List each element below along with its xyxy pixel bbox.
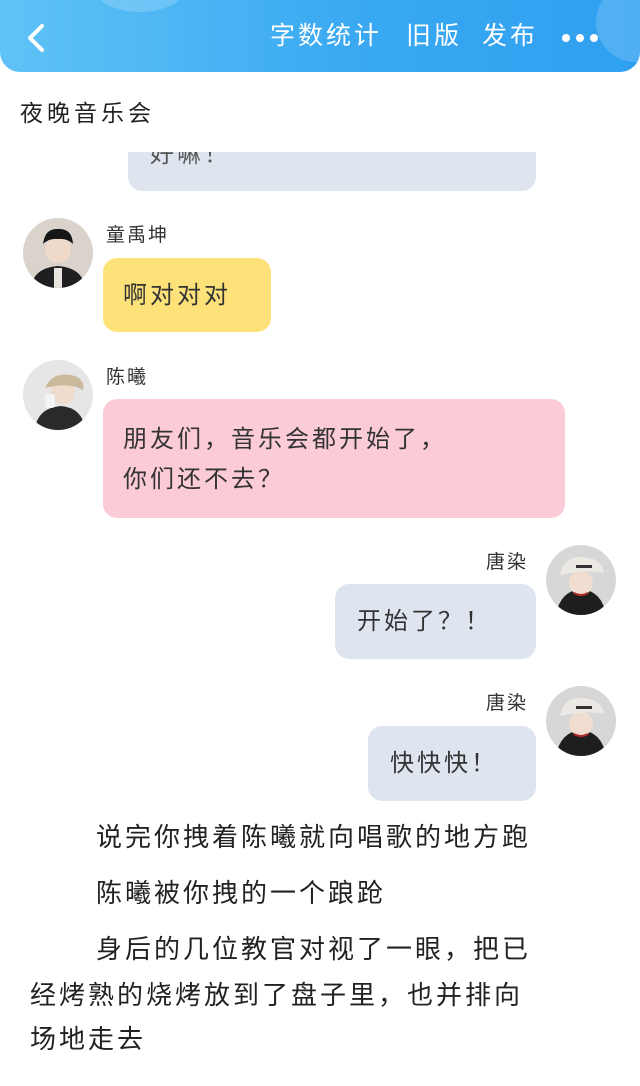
story-title: 夜晚音乐会 [20,101,155,127]
header-decoration [92,0,188,12]
message-text: 开始了？！ [357,607,492,635]
publish-button[interactable]: 发布 [482,20,538,52]
message-text: 啊对对对 [123,281,231,309]
old-version-button[interactable]: 旧版 [406,20,462,52]
narration-paragraph: 场地走去 [30,1025,147,1055]
avatar-girl-cap-icon [546,545,616,615]
message-text-line: 你们还不去？ [123,465,285,493]
sender-name: 陈曦 [106,366,149,388]
narration-paragraph: 经烤熟的烧烤放到了盘子里，也并排向 [30,981,524,1011]
top-bar: 字数统计 旧版 发布 [0,0,640,72]
avatar[interactable] [546,686,616,756]
avatar[interactable] [23,360,93,430]
word-count-button[interactable]: 字数统计 [270,20,382,52]
message-text: 快快快！ [390,749,498,777]
message-bubble[interactable]: 啊对对对 [103,258,271,332]
sender-name: 唐染 [486,692,529,714]
sender-name: 唐染 [486,551,529,573]
more-button[interactable] [560,28,600,48]
message-text: 好嘛！ [150,152,231,168]
narration-paragraph: 陈曦被你拽的一个踉跄 [96,879,387,909]
message-bubble[interactable]: 快快快！ [368,726,536,801]
back-button[interactable] [18,20,54,56]
avatar-girl-cap-icon [546,686,616,756]
avatar-boy-uniform-icon [23,218,93,288]
avatar[interactable] [546,545,616,615]
sender-name: 童禹坤 [106,224,170,246]
more-dots-icon [562,34,598,42]
message-bubble[interactable]: 好嘛！ [128,152,536,191]
header-decoration [596,0,640,62]
avatar-girl-hat-icon [23,360,93,430]
message-bubble[interactable]: 开始了？！ [335,584,536,659]
narration-paragraph: 身后的几位教官对视了一眼，把已 [96,935,532,965]
message-text-line: 朋友们，音乐会都开始了， [123,425,447,453]
avatar[interactable] [23,218,93,288]
message-bubble[interactable]: 朋友们，音乐会都开始了， 你们还不去？ [103,399,565,518]
chevron-left-icon [28,24,44,52]
narration-paragraph: 说完你拽着陈曦就向唱歌的地方跑 [96,823,532,853]
